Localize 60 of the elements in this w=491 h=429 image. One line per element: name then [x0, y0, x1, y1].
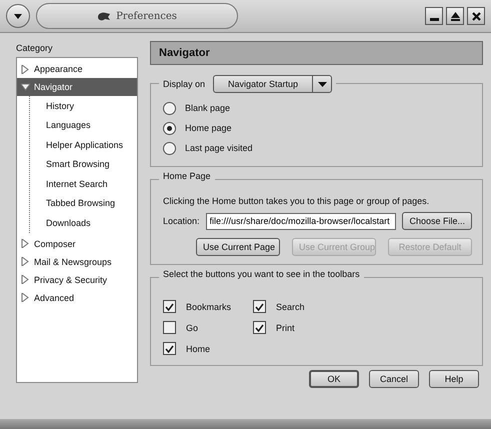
radio-button[interactable]	[163, 102, 176, 114]
panel-header: Navigator	[150, 41, 483, 65]
app-logo-icon	[97, 10, 112, 22]
checkbox-label: Home	[186, 344, 210, 354]
checkbox-label: Print	[276, 322, 295, 332]
tree-item[interactable]: Internet Search	[30, 174, 137, 194]
location-label: Location:	[163, 216, 200, 226]
group-legend: Select the buttons you want to see in the toolbars	[163, 269, 360, 279]
tree-item[interactable]: Languages	[30, 116, 137, 135]
tree-item[interactable]: Downloads	[30, 213, 137, 232]
minimize-icon	[430, 18, 438, 20]
choose-file-button[interactable]: Choose File...	[402, 212, 472, 230]
home-page-button[interactable]: Use Current Page	[196, 238, 280, 256]
tree-item[interactable]: Helper Applications	[30, 135, 137, 154]
radio-label: Last page visited	[185, 143, 253, 153]
checkmark-icon	[165, 302, 174, 310]
window-menu-button[interactable]	[6, 4, 30, 28]
checkbox-label: Bookmarks	[186, 302, 232, 312]
radio-label: Blank page	[185, 103, 230, 113]
checkmark-icon	[255, 302, 264, 310]
minimize-button[interactable]	[425, 7, 443, 25]
dialog-button[interactable]: OK	[309, 370, 359, 388]
display-on-label: Display on	[163, 79, 206, 89]
dialog-button[interactable]: Cancel	[369, 370, 419, 388]
window-title: Preferences	[116, 10, 177, 22]
checkbox-label: Go	[186, 322, 198, 332]
tree-item[interactable]: Smart Browsing	[30, 154, 137, 174]
checkbox[interactable]	[163, 300, 176, 313]
checkbox[interactable]	[253, 300, 266, 313]
close-button[interactable]	[467, 7, 485, 25]
tree-item[interactable]: Composer	[17, 234, 137, 252]
checkmark-icon	[255, 324, 264, 332]
checkbox[interactable]	[163, 321, 176, 334]
checkbox[interactable]	[163, 342, 176, 355]
dialog-button[interactable]: Help	[429, 370, 479, 388]
checkmark-icon	[165, 344, 174, 352]
category-label: Category	[16, 42, 54, 55]
tree-item[interactable]: History	[30, 96, 137, 116]
radio-button[interactable]	[163, 142, 176, 154]
tree-item[interactable]: Privacy & Security	[17, 270, 137, 288]
group-legend: Home Page	[163, 171, 211, 181]
dropdown-arrow-icon	[318, 82, 327, 86]
caret-icon	[14, 14, 22, 18]
location-field[interactable]: file:///usr/share/doc/mozilla-browser/localstart	[206, 212, 396, 230]
tree-item[interactable]: Advanced	[17, 288, 137, 306]
tree-item[interactable]: Navigator	[17, 78, 137, 96]
tree-item[interactable]: Tabbed Browsing	[30, 194, 137, 213]
maximize-button[interactable]	[446, 7, 464, 25]
tree-item[interactable]: Appearance	[17, 60, 137, 78]
maximize-icon	[450, 12, 460, 20]
tree-item[interactable]: Mail & Newsgroups	[17, 252, 137, 270]
radio-button[interactable]	[163, 122, 176, 134]
collapsed-arrow-icon	[21, 64, 30, 74]
checkbox-label: Search	[276, 302, 305, 312]
close-icon	[472, 12, 480, 20]
home-page-description: Clicking the Home button takes you to this page or group of pages.	[163, 195, 430, 208]
expanded-arrow-icon	[21, 82, 30, 92]
radio-label: Home page	[185, 123, 232, 133]
startup-dropdown[interactable]: Navigator Startup	[213, 75, 332, 93]
checkbox[interactable]	[253, 321, 266, 334]
